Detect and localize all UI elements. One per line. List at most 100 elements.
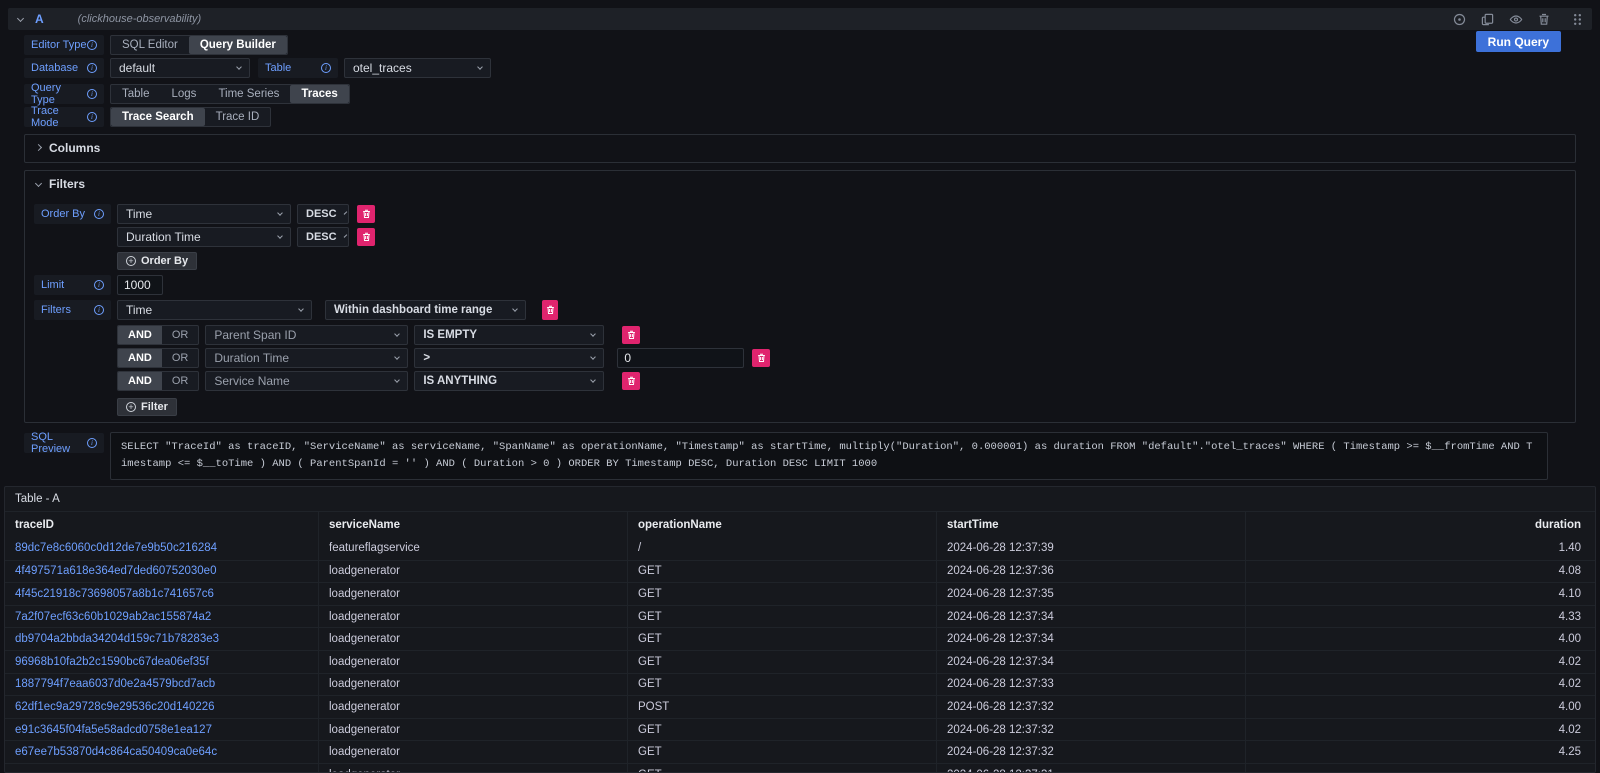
filter-field-select[interactable]: Duration Time	[205, 348, 408, 368]
remove-filter-button[interactable]	[542, 300, 558, 320]
operation-name-cell: GET	[628, 741, 937, 763]
columns-section-header[interactable]: Columns	[34, 140, 1566, 156]
add-filter-button[interactable]: + Filter	[117, 398, 177, 416]
query-type-label: Query Type i	[24, 84, 104, 104]
table-select[interactable]: otel_traces	[344, 58, 491, 78]
chevron-right-icon	[35, 143, 42, 150]
query-type-table[interactable]: Table	[111, 85, 161, 103]
conjunction-and[interactable]: AND	[118, 349, 162, 367]
trace-id-link[interactable]: 62df1ec9a29728c9e29536c20d140226	[5, 696, 319, 718]
chevron-down-icon	[477, 64, 483, 70]
remove-order-by-button[interactable]	[357, 228, 375, 246]
info-icon[interactable]: i	[321, 63, 331, 73]
filter-operator-select[interactable]: >	[414, 348, 604, 368]
column-header-traceid[interactable]: traceID	[5, 512, 319, 537]
order-by-field-select[interactable]: Duration Time	[117, 227, 291, 247]
info-icon[interactable]: i	[87, 63, 97, 73]
filter-operator-select[interactable]: IS ANYTHING	[414, 371, 604, 391]
query-type-switch: Table Logs Time Series Traces	[110, 84, 350, 104]
filter-operator-select[interactable]: IS EMPTY	[414, 325, 604, 345]
info-icon[interactable]: i	[87, 89, 97, 99]
trace-id-link[interactable]: e91c3645f04fa5e58adcd0758e1ea127	[5, 719, 319, 741]
trace-id-link[interactable]: 4f497571a618e364ed7ded60752030e0	[5, 561, 319, 583]
trace-id-link[interactable]: 89dc7e8c6060c0d12de7e9b50c216284	[5, 537, 319, 560]
remove-query-icon[interactable]	[1538, 13, 1550, 26]
disable-query-icon[interactable]	[1453, 13, 1466, 26]
duration-cell: 1.40	[1246, 537, 1595, 560]
limit-label: Limit i	[34, 275, 111, 295]
conjunction-or[interactable]: OR	[162, 326, 199, 344]
query-type-time-series[interactable]: Time Series	[207, 85, 290, 103]
columns-section: Columns	[24, 134, 1576, 163]
table-header-row: traceID serviceName operationName startT…	[5, 511, 1595, 537]
info-icon[interactable]: i	[87, 438, 97, 448]
chevron-down-icon	[591, 377, 597, 383]
order-by-direction-select[interactable]: DESC	[297, 204, 349, 224]
remove-order-by-button[interactable]	[357, 205, 375, 223]
trace-id-link[interactable]: 7a2f07ecf63c60b1029ab2ac155874a2	[5, 606, 319, 628]
order-by-direction-select[interactable]: DESC	[297, 227, 349, 247]
hide-response-icon[interactable]	[1509, 13, 1523, 26]
chevron-down-icon	[591, 331, 597, 337]
duration-cell	[1246, 764, 1595, 773]
query-type-traces[interactable]: Traces	[290, 85, 348, 103]
panel-title: Table - A	[5, 487, 1595, 511]
trace-id-link[interactable]	[5, 764, 319, 773]
column-header-operationname[interactable]: operationName	[628, 512, 937, 537]
info-icon[interactable]: i	[94, 280, 104, 290]
conjunction-or[interactable]: OR	[162, 372, 199, 390]
plus-circle-icon: +	[126, 402, 136, 412]
chevron-down-icon	[298, 306, 304, 312]
conjunction-or[interactable]: OR	[162, 349, 199, 367]
drag-handle-icon[interactable]	[1573, 13, 1582, 26]
table-row: 1887794f7eaa6037d0e2a4579bcd7acbloadgene…	[5, 673, 1595, 696]
remove-filter-button[interactable]	[752, 349, 770, 367]
column-header-duration[interactable]: duration	[1246, 512, 1595, 537]
filter-value-input[interactable]	[617, 348, 744, 368]
add-order-by-button[interactable]: + Order By	[117, 252, 197, 270]
chevron-down-icon	[512, 306, 518, 312]
trace-id-link[interactable]: db9704a2bbda34204d159c71b78283e3	[5, 628, 319, 650]
filter-field-select[interactable]: Service Name	[205, 371, 408, 391]
filter-operator-select[interactable]: Within dashboard time range	[325, 300, 526, 320]
service-name-cell: loadgenerator	[319, 606, 628, 628]
results-table: traceID serviceName operationName startT…	[5, 511, 1595, 773]
editor-type-sql-editor[interactable]: SQL Editor	[111, 36, 189, 54]
service-name-cell: loadgenerator	[319, 764, 628, 773]
database-select[interactable]: default	[110, 58, 250, 78]
trace-id-link[interactable]: e67ee7b53870d4c864ca50409ca0e64c	[5, 741, 319, 763]
trace-mode-trace-search[interactable]: Trace Search	[111, 108, 205, 126]
chevron-down-icon	[343, 211, 347, 215]
conjunction-and[interactable]: AND	[118, 372, 162, 390]
table-row: e91c3645f04fa5e58adcd0758e1ea127loadgene…	[5, 718, 1595, 741]
query-type-logs[interactable]: Logs	[161, 85, 208, 103]
trace-id-link[interactable]: 1887794f7eaa6037d0e2a4579bcd7acb	[5, 674, 319, 696]
start-time-cell: 2024-06-28 12:37:32	[937, 719, 1246, 741]
filters-section-header[interactable]: Filters	[34, 176, 1566, 192]
info-icon[interactable]: i	[87, 112, 97, 122]
editor-body: Editor Type i SQL Editor Query Builder D…	[8, 30, 1592, 522]
remove-filter-button[interactable]	[622, 326, 640, 344]
table-row: 96968b10fa2b2c1590bc67dea06ef35floadgene…	[5, 650, 1595, 673]
trace-id-link[interactable]: 4f45c21918c73698057a8b1c741657c6	[5, 583, 319, 605]
remove-filter-button[interactable]	[622, 372, 640, 390]
conjunction-and[interactable]: AND	[118, 326, 162, 344]
query-row-header[interactable]: A (clickhouse-observability)	[8, 8, 1592, 30]
order-by-field-select[interactable]: Time	[117, 204, 291, 224]
start-time-cell: 2024-06-28 12:37:33	[937, 674, 1246, 696]
trace-id-link[interactable]: 96968b10fa2b2c1590bc67dea06ef35f	[5, 651, 319, 673]
info-icon[interactable]: i	[94, 209, 104, 219]
limit-input[interactable]	[117, 275, 163, 295]
table-row: 7a2f07ecf63c60b1029ab2ac155874a2loadgene…	[5, 605, 1595, 628]
column-header-starttime[interactable]: startTime	[937, 512, 1246, 537]
trace-mode-trace-id[interactable]: Trace ID	[205, 108, 271, 126]
duplicate-query-icon[interactable]	[1481, 13, 1494, 26]
filter-field-select[interactable]: Time	[117, 300, 312, 320]
info-icon[interactable]: i	[94, 305, 104, 315]
filter-field-select[interactable]: Parent Span ID	[205, 325, 408, 345]
column-header-servicename[interactable]: serviceName	[319, 512, 628, 537]
editor-type-query-builder[interactable]: Query Builder	[189, 36, 287, 54]
operation-name-cell: GET	[628, 606, 937, 628]
info-icon[interactable]: i	[87, 40, 97, 50]
collapse-chevron-icon[interactable]	[17, 14, 24, 21]
